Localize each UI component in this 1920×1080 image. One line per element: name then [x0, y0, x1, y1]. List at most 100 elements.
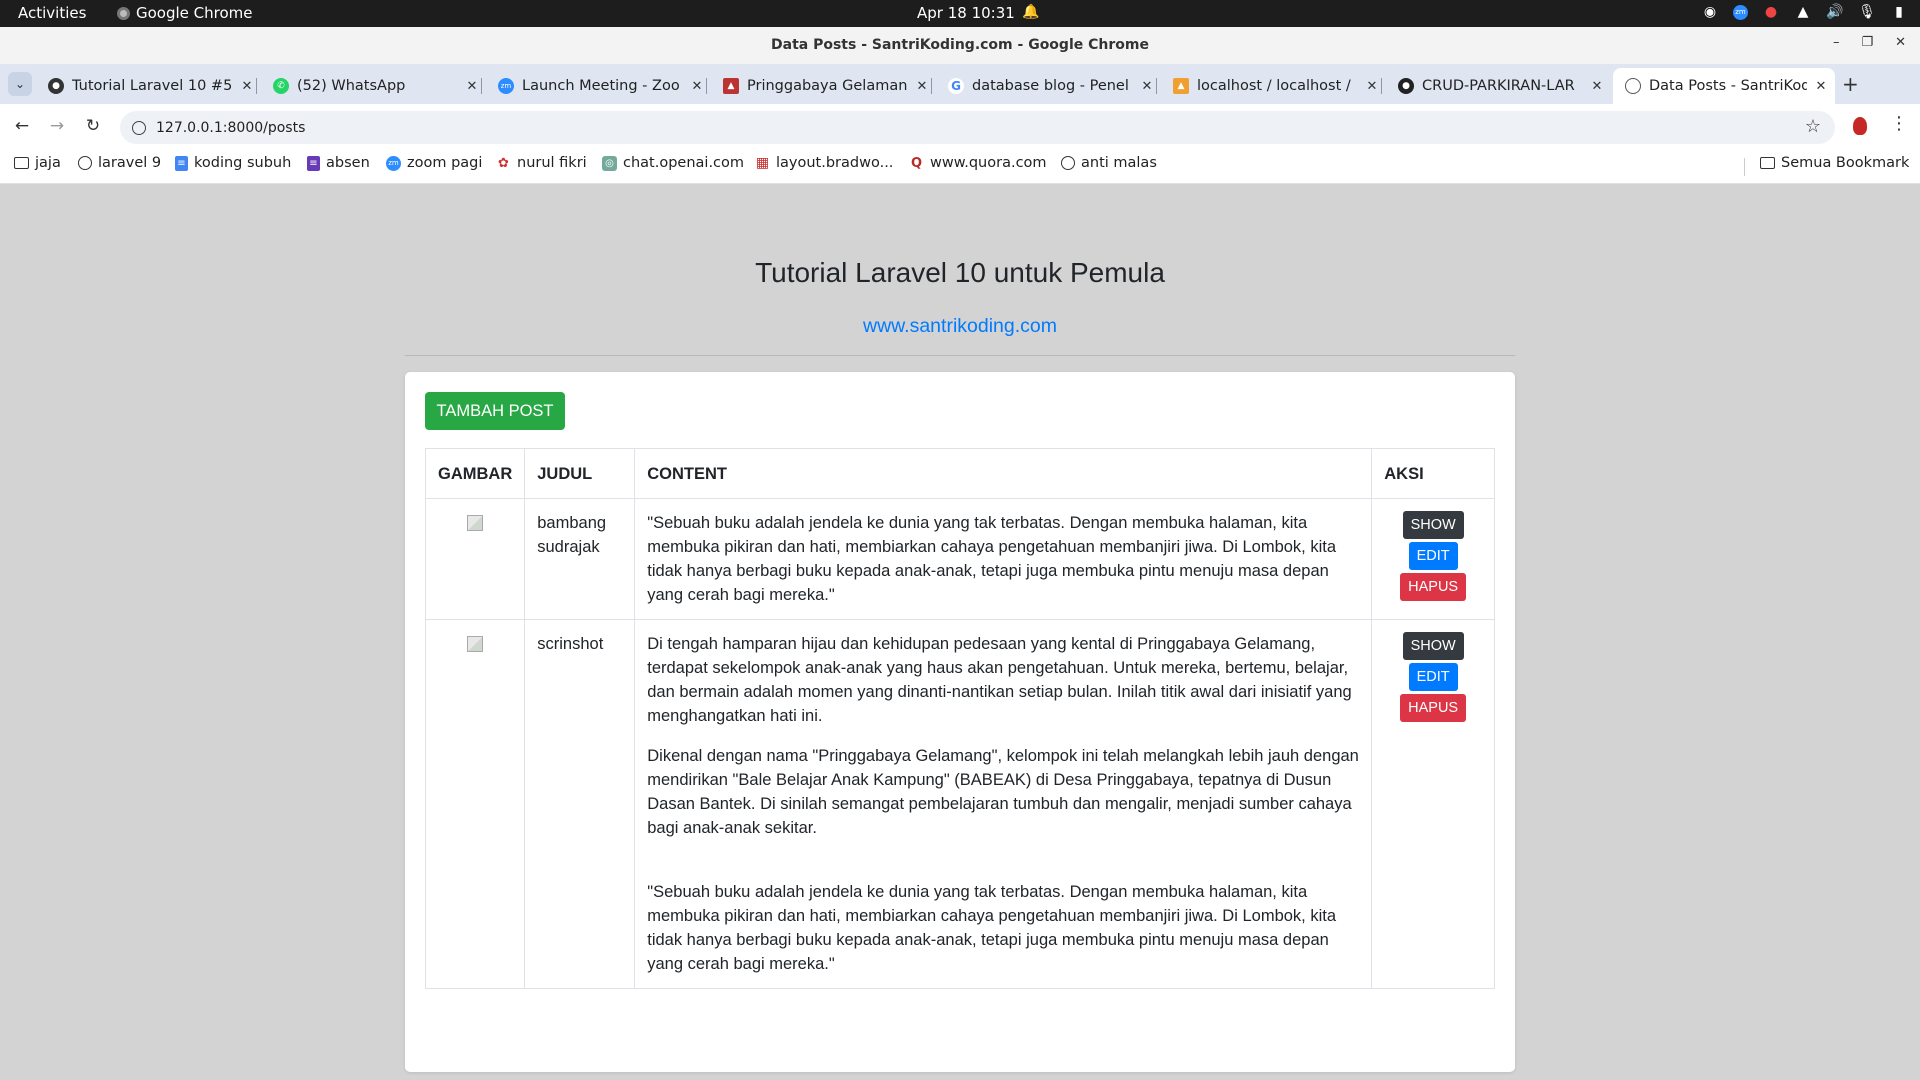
url-text[interactable]: 127.0.0.1:8000/posts: [156, 120, 305, 136]
maximize-icon[interactable]: ❐: [1861, 35, 1873, 50]
table-row: scrinshot Di tengah hamparan hijau dan k…: [424, 619, 1495, 989]
site-link[interactable]: www.santrikoding.com: [0, 315, 1920, 338]
zoom-icon: zm: [386, 155, 401, 171]
close-window-icon[interactable]: ✕: [1895, 35, 1906, 50]
tab-7-active[interactable]: Data Posts - SantriKod ✕: [1613, 68, 1835, 104]
doc-icon: ≡: [175, 155, 188, 171]
tab-6[interactable]: ● CRUD-PARKIRAN-LAR ✕: [1390, 68, 1605, 104]
divider: [405, 355, 1515, 356]
close-tab-icon[interactable]: ✕: [1364, 79, 1380, 94]
globe-icon: [1061, 156, 1075, 170]
globe-icon: [78, 156, 92, 170]
bookmark-jaja[interactable]: jaja: [14, 155, 61, 171]
bookmark-layout-bradwo[interactable]: ▦ layout.bradwo...: [755, 155, 894, 171]
tab-0[interactable]: ● Tutorial Laravel 10 #5 ✕: [40, 68, 257, 104]
bookmark-zoom-pagi[interactable]: zm zoom pagi: [386, 155, 482, 171]
tab-4[interactable]: G database blog - Penel ✕: [940, 68, 1157, 104]
col-judul: JUDUL: [524, 448, 636, 499]
new-tab-plus-icon[interactable]: +: [1842, 72, 1859, 96]
posts-table: GAMBAR JUDUL CONTENT AKSI bambang sudraj…: [424, 448, 1495, 989]
microphone-icon: 🎙: [1858, 4, 1876, 20]
back-arrow-icon[interactable]: ←: [11, 116, 33, 136]
posts-card: TAMBAH POST GAMBAR JUDUL CONTENT AKSI ba…: [405, 372, 1515, 1072]
tab-2[interactable]: zm Launch Meeting - Zoo ✕: [490, 68, 707, 104]
show-button[interactable]: SHOW: [1402, 632, 1464, 660]
phpmyadmin-icon: ▲: [1173, 78, 1189, 94]
tab-search-chevron-icon[interactable]: ⌄: [8, 72, 32, 96]
post-content: "Sebuah buku adalah jendela ke dunia yan…: [634, 498, 1373, 620]
reload-icon[interactable]: ↻: [82, 116, 104, 136]
bookmarks-divider: [1744, 158, 1745, 176]
image-cell: [424, 619, 526, 989]
site-info-icon[interactable]: [132, 120, 146, 135]
forward-arrow-icon[interactable]: →: [46, 116, 68, 136]
github-icon: ●: [1398, 78, 1414, 94]
table-row: bambang sudrajak "Sebuah buku adalah jen…: [424, 498, 1495, 620]
whatsapp-icon: ✆: [273, 78, 289, 94]
broken-image-icon: [467, 636, 484, 652]
bookmark-nurul-fikri[interactable]: ✿ nurul fikri: [496, 155, 587, 171]
actions-cell: SHOW EDIT HAPUS: [1371, 498, 1495, 620]
content-paragraph: Di tengah hamparan hijau dan kehidupan p…: [647, 635, 1352, 725]
bookmark-laravel-9[interactable]: laravel 9: [78, 155, 161, 171]
quora-icon: Q: [910, 155, 923, 171]
tab-1[interactable]: ✆ (52) WhatsApp ✕: [265, 68, 482, 104]
close-tab-icon[interactable]: ✕: [689, 79, 705, 94]
app-menu[interactable]: Google Chrome: [117, 4, 253, 22]
activities-button[interactable]: Activities: [18, 4, 86, 22]
bookmark-star-icon[interactable]: ☆: [1805, 116, 1821, 137]
battery-icon: ▮: [1895, 4, 1903, 20]
all-bookmarks[interactable]: Semua Bookmark: [1760, 155, 1909, 171]
tab-5[interactable]: ▲ localhost / localhost / ✕: [1165, 68, 1382, 104]
extension-icon[interactable]: [1853, 117, 1867, 135]
bookmark-quora[interactable]: Q www.quora.com: [909, 155, 1047, 171]
image-cell: [424, 498, 526, 620]
content-paragraph: Dikenal dengan nama "Pringgabaya Gelaman…: [647, 747, 1359, 837]
bookmark-absen[interactable]: ≡ absen: [307, 155, 370, 171]
window-title-bar: Data Posts - SantriKoding.com - Google C…: [0, 27, 1920, 64]
grid-icon: ▦: [755, 155, 770, 171]
globe-icon: [1625, 78, 1641, 94]
chrome-icon: [117, 6, 130, 20]
chrome-menu-icon[interactable]: ⋮: [1890, 113, 1908, 134]
col-gambar: GAMBAR: [424, 448, 526, 499]
delete-button[interactable]: HAPUS: [1400, 573, 1467, 601]
minimize-icon[interactable]: –: [1833, 35, 1840, 50]
app-name: Google Chrome: [136, 4, 253, 22]
edit-button[interactable]: EDIT: [1408, 663, 1458, 691]
address-bar[interactable]: 127.0.0.1:8000/posts ☆: [120, 111, 1835, 144]
close-tab-icon[interactable]: ✕: [1813, 79, 1829, 94]
github-icon: ●: [48, 78, 64, 94]
content-paragraph: "Sebuah buku adalah jendela ke dunia yan…: [647, 883, 1337, 973]
zoom-tray-icon[interactable]: zm: [1733, 4, 1748, 20]
show-button[interactable]: SHOW: [1402, 511, 1464, 539]
broken-image-icon: [467, 515, 484, 531]
post-content: Di tengah hamparan hijau dan kehidupan p…: [634, 619, 1373, 989]
close-tab-icon[interactable]: ✕: [239, 79, 255, 94]
clock[interactable]: Apr 18 10:31: [917, 4, 1015, 22]
bookmark-chat-openai[interactable]: ◎ chat.openai.com: [602, 155, 744, 171]
content-paragraph: "Sebuah buku adalah jendela ke dunia yan…: [647, 514, 1337, 604]
folder-icon: [14, 157, 29, 169]
post-title: bambang sudrajak: [524, 498, 636, 620]
close-tab-icon[interactable]: ✕: [914, 79, 930, 94]
bookmark-anti-malas[interactable]: anti malas: [1061, 155, 1157, 171]
col-content: CONTENT: [634, 448, 1373, 499]
close-tab-icon[interactable]: ✕: [1589, 79, 1605, 94]
window-controls: – ❐ ✕: [1833, 35, 1906, 50]
bookmarks-bar: jaja laravel 9 ≡ koding subuh ≡ absen zm…: [0, 150, 1920, 184]
close-tab-icon[interactable]: ✕: [464, 79, 480, 94]
actions-cell: SHOW EDIT HAPUS: [1371, 619, 1495, 989]
window-title: Data Posts - SantriKoding.com - Google C…: [771, 37, 1149, 53]
add-post-button[interactable]: TAMBAH POST: [425, 392, 565, 430]
discord-icon[interactable]: ◉: [1701, 3, 1719, 21]
system-top-bar: Activities Google Chrome Apr 18 10:31 🔔 …: [0, 0, 1920, 27]
chrome-tray-icon[interactable]: ●: [1762, 3, 1780, 21]
edit-button[interactable]: EDIT: [1408, 542, 1458, 570]
bookmark-koding-subuh[interactable]: ≡ koding subuh: [175, 155, 291, 171]
tab-3[interactable]: ▲ Pringgabaya Gelamang ✕: [715, 68, 932, 104]
delete-button[interactable]: HAPUS: [1400, 694, 1467, 722]
system-tray[interactable]: ◉ zm ● ▲ 🔊 🎙 ▮: [1701, 3, 1908, 21]
zoom-icon: zm: [498, 78, 514, 94]
close-tab-icon[interactable]: ✕: [1139, 79, 1155, 94]
